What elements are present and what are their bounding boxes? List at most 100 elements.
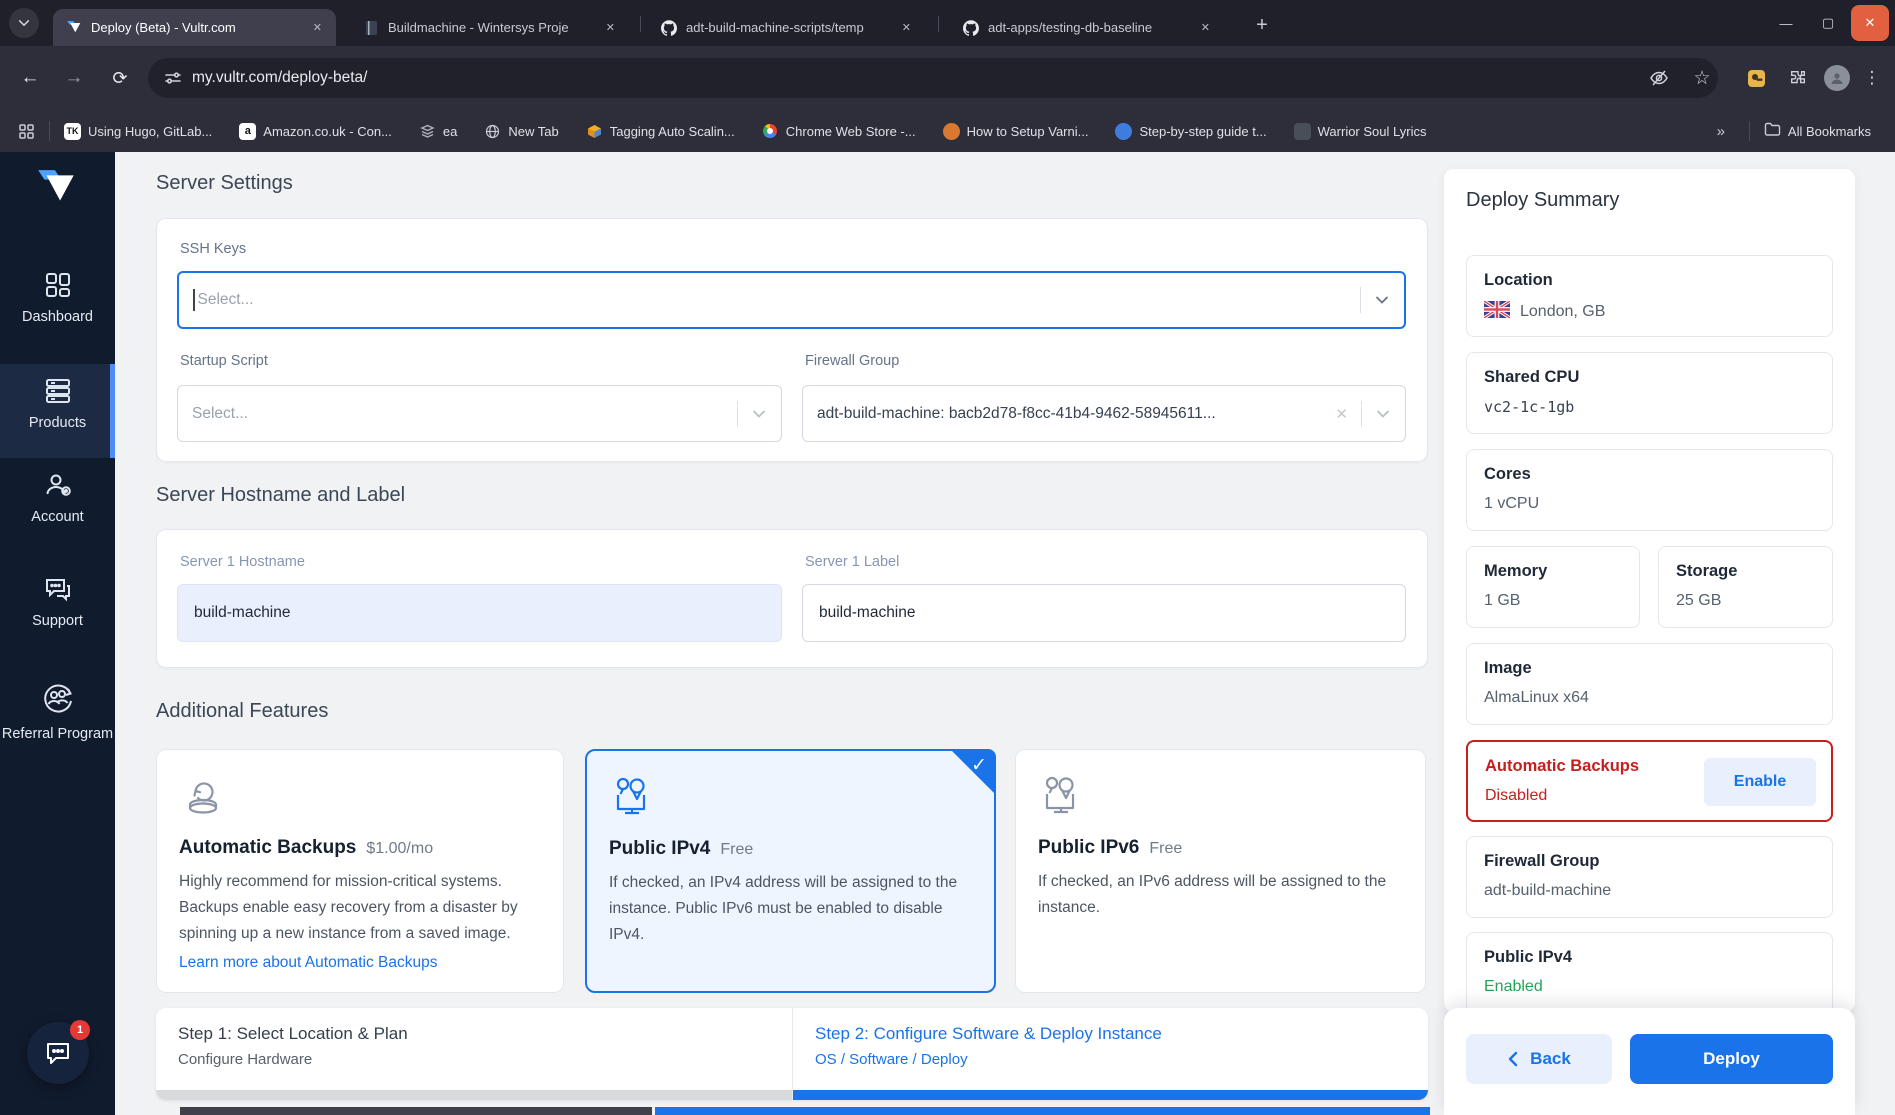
enable-backups-button[interactable]: Enable: [1704, 758, 1816, 806]
eye-slash-icon[interactable]: [1645, 64, 1673, 92]
dark-favicon: [1293, 122, 1311, 140]
bookmarks-overflow-icon[interactable]: »: [1717, 123, 1725, 140]
learn-more-link[interactable]: Learn more about Automatic Backups: [179, 954, 541, 972]
bookmark-item[interactable]: Chrome Web Store -...: [762, 123, 916, 140]
globe-favicon: [484, 123, 501, 140]
new-tab-button[interactable]: +: [1248, 11, 1276, 39]
feature-price: $1.00/mo: [366, 840, 434, 857]
divider: [1748, 121, 1750, 141]
feature-card-public-ipv6[interactable]: Public IPv6 Free If checked, an IPv6 addr…: [1015, 749, 1426, 993]
back-icon[interactable]: ←: [16, 64, 44, 92]
step1-tab[interactable]: Step 1: Select Location & Plan Configure…: [156, 1008, 792, 1100]
github-icon: [660, 19, 678, 37]
firewall-group-select[interactable]: adt-build-machine: bacb2d78-f8cc-41b4-94…: [802, 385, 1406, 442]
forward-icon[interactable]: →: [60, 64, 88, 92]
ssh-keys-select[interactable]: Select...: [177, 271, 1406, 329]
chat-fab-button[interactable]: 1: [27, 1020, 90, 1084]
memory-value: 1 GB: [1484, 592, 1521, 609]
minimize-button[interactable]: —: [1767, 5, 1805, 41]
bookmark-item[interactable]: Warrior Soul Lyrics: [1293, 122, 1426, 140]
tab-deploy-vultr[interactable]: Deploy (Beta) - Vultr.com ✕: [53, 9, 336, 46]
reload-icon[interactable]: ⟳: [106, 64, 134, 92]
chevron-down-icon[interactable]: [1374, 292, 1390, 308]
apps-grid-icon[interactable]: [18, 123, 35, 140]
bookmark-item[interactable]: a Amazon.co.uk - Con...: [239, 122, 392, 140]
feature-price: Free: [720, 841, 754, 858]
tab-search-button[interactable]: [9, 8, 39, 38]
address-bar[interactable]: my.vultr.com/deploy-beta/: [148, 58, 1718, 98]
bookmarks-bar: TK Using Hugo, GitLab... a Amazon.co.uk …: [0, 110, 1895, 152]
close-window-button[interactable]: ✕: [1851, 5, 1889, 41]
divider: [49, 121, 50, 141]
bookmark-item[interactable]: How to Setup Varni...: [942, 122, 1088, 140]
step2-progress-strip: [793, 1090, 1428, 1100]
tab-title: adt-build-machine-scripts/temp: [686, 20, 864, 35]
clear-selection-icon[interactable]: ✕: [1335, 405, 1348, 423]
feature-card-public-ipv4[interactable]: ✓ Public IPv4 Free If checked, an IPv4 ad…: [585, 749, 996, 993]
close-tab-icon[interactable]: ✕: [898, 19, 915, 36]
profile-avatar[interactable]: [1824, 65, 1850, 91]
extensions-puzzle-icon[interactable]: [1784, 64, 1812, 92]
sidebar-item-products[interactable]: Products: [0, 364, 115, 458]
check-icon: ✓: [971, 755, 987, 776]
additional-features-heading: Additional Features: [156, 700, 329, 722]
sidebar-item-account[interactable]: Account: [0, 470, 115, 525]
site-settings-icon[interactable]: [164, 69, 182, 87]
tab-buildmachine[interactable]: Buildmachine - Wintersys Proje ✕: [350, 9, 629, 46]
browser-toolbar: ← → ⟳ my.vultr.com/deploy-beta/ ☆ ⋮: [0, 46, 1895, 110]
startup-script-label: Startup Script: [180, 353, 268, 369]
server1-label-label: Server 1 Label: [805, 554, 900, 570]
menu-dots-icon[interactable]: ⋮: [1858, 64, 1886, 92]
bookmark-item[interactable]: Tagging Auto Scalin...: [586, 123, 735, 140]
vultr-favicon: [65, 19, 83, 37]
summary-firewall-card: Firewall Group adt-build-machine: [1466, 836, 1833, 918]
amazon-favicon: a: [239, 122, 257, 140]
uk-flag-icon: [1483, 299, 1511, 323]
step1-progress-strip: [156, 1090, 792, 1100]
summary-cores-card: Cores 1 vCPU: [1466, 449, 1833, 531]
all-bookmarks-button[interactable]: All Bookmarks: [1764, 122, 1871, 140]
summary-backups-card: Automatic Backups Disabled Enable: [1466, 740, 1833, 822]
products-servers-icon: [0, 376, 115, 406]
feature-title: Automatic Backups: [179, 837, 357, 858]
ipv6-pins-icon: [1038, 807, 1086, 824]
tab-github-adt-apps[interactable]: adt-apps/testing-db-baseline ✕: [950, 9, 1224, 46]
url-text: my.vultr.com/deploy-beta/: [192, 69, 368, 86]
blue-dot-favicon: [1115, 122, 1133, 140]
server1-label-input[interactable]: [802, 584, 1406, 642]
chevron-down-icon[interactable]: [1375, 406, 1391, 422]
sidebar-item-referral-program[interactable]: Referral Program: [0, 680, 115, 745]
sidebar-item-support[interactable]: Support: [0, 574, 115, 629]
server1-hostname-input[interactable]: [177, 584, 782, 642]
chevron-down-icon[interactable]: [751, 406, 767, 422]
close-tab-icon[interactable]: ✕: [309, 19, 326, 36]
support-chat-icon: [0, 574, 115, 604]
startup-script-select[interactable]: Select...: [177, 385, 782, 442]
server-settings-heading: Server Settings: [156, 172, 293, 194]
feature-description: If checked, an IPv4 address will be assi…: [609, 874, 958, 943]
deploy-button[interactable]: Deploy: [1630, 1034, 1833, 1084]
step2-tab[interactable]: Step 2: Configure Software & Deploy Inst…: [792, 1008, 1428, 1100]
dashboard-icon: [0, 270, 115, 300]
close-tab-icon[interactable]: ✕: [1197, 19, 1214, 36]
vultr-logo[interactable]: [0, 168, 115, 210]
summary-location-card: Location London, GB: [1466, 255, 1833, 337]
maximize-button[interactable]: ▢: [1809, 5, 1847, 41]
chevron-left-icon: [1508, 1051, 1518, 1067]
tab-github-scripts[interactable]: adt-build-machine-scripts/temp ✕: [648, 9, 925, 46]
sidebar-item-dashboard[interactable]: Dashboard: [0, 270, 115, 325]
bookmark-item[interactable]: TK Using Hugo, GitLab...: [64, 122, 212, 140]
extension-key-icon[interactable]: [1742, 64, 1770, 92]
bookmark-item[interactable]: Step-by-step guide t...: [1115, 122, 1267, 140]
bookmark-item[interactable]: New Tab: [484, 123, 559, 140]
close-tab-icon[interactable]: ✕: [602, 19, 619, 36]
bookmark-item[interactable]: ea: [419, 123, 457, 140]
step1-subtitle: Configure Hardware: [178, 1051, 313, 1068]
feature-card-automatic-backups[interactable]: Automatic Backups $1.00/mo Highly recomme…: [156, 749, 564, 993]
chat-unread-badge: 1: [70, 1020, 90, 1040]
vultr-sidebar: Dashboard Products Account Support Refer…: [0, 152, 115, 1115]
bookmark-star-icon[interactable]: ☆: [1688, 64, 1716, 92]
fox-favicon: [942, 122, 960, 140]
tab-separator: [640, 16, 641, 32]
back-button[interactable]: Back: [1466, 1034, 1612, 1084]
